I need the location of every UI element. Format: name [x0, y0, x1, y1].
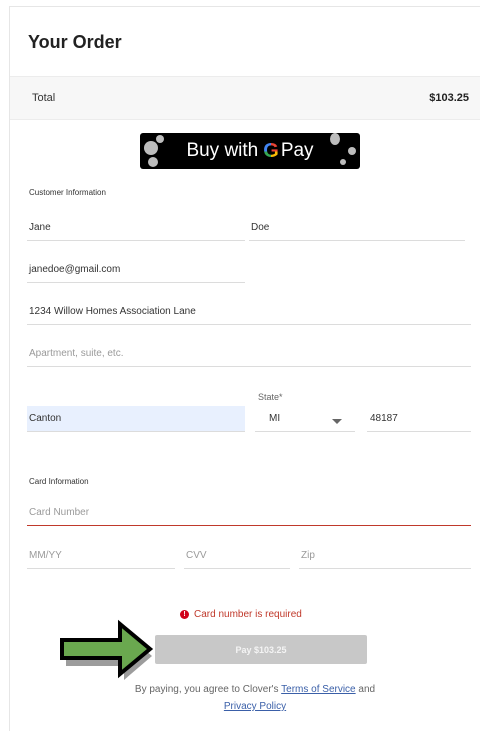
error-icon: !	[180, 610, 189, 619]
gpay-label: Buy with	[186, 140, 259, 161]
google-g-icon: G	[263, 139, 279, 162]
card-zip-field[interactable]: Zip	[299, 543, 471, 569]
google-pay-button[interactable]: Buy with G Pay	[140, 133, 360, 169]
privacy-policy-link[interactable]: Privacy Policy	[224, 701, 286, 712]
last-name-field[interactable]: Doe	[249, 215, 465, 241]
decorative-blob	[330, 133, 340, 145]
legal-middle: and	[355, 684, 376, 695]
last-name-value: Doe	[251, 222, 270, 233]
legal-prefix: By paying, you agree to Clover's	[134, 684, 282, 695]
decorative-blob	[340, 159, 346, 165]
cvv-field[interactable]: CVV	[184, 543, 290, 569]
email-value: janedoe@gmail.com	[29, 264, 121, 275]
card-error-text: Card number is required	[194, 609, 302, 620]
customer-info-label: Customer Information	[29, 188, 106, 197]
decorative-blob	[156, 135, 164, 143]
decorative-blob	[348, 147, 356, 155]
address-field[interactable]: 1234 Willow Homes Association Lane	[27, 299, 471, 325]
city-field[interactable]: Canton	[27, 406, 245, 432]
gpay-pay-text: Pay	[280, 140, 314, 161]
card-zip-placeholder: Zip	[301, 550, 315, 561]
city-value: Canton	[29, 413, 62, 424]
card-info-label: Card Information	[29, 477, 89, 486]
email-field[interactable]: janedoe@gmail.com	[27, 257, 245, 283]
total-amount: $103.25	[429, 92, 469, 104]
zip-field[interactable]: 48187	[367, 406, 471, 432]
expiry-placeholder: MM/YY	[29, 550, 62, 561]
legal-text: By paying, you agree to Clover's Terms o…	[130, 681, 380, 715]
order-title: Your Order	[28, 32, 122, 52]
state-value: MI	[269, 413, 281, 424]
card-number-field[interactable]: Card Number	[27, 500, 471, 526]
apartment-placeholder: Apartment, suite, etc.	[29, 348, 124, 359]
expiry-field[interactable]: MM/YY	[27, 543, 175, 569]
decorative-blob	[144, 141, 158, 155]
decorative-blob	[148, 157, 158, 167]
total-label: Total	[32, 92, 56, 104]
total-bar: Total $103.25	[10, 76, 480, 120]
first-name-value: Jane	[29, 222, 51, 233]
cvv-placeholder: CVV	[186, 550, 207, 561]
apartment-field[interactable]: Apartment, suite, etc.	[27, 341, 471, 367]
card-number-placeholder: Card Number	[29, 507, 90, 518]
chevron-down-icon[interactable]	[332, 419, 342, 424]
address-value: 1234 Willow Homes Association Lane	[29, 306, 196, 317]
arrow-right-icon	[60, 619, 154, 680]
first-name-field[interactable]: Jane	[27, 215, 245, 241]
card-error-message: ! Card number is required	[180, 609, 302, 620]
terms-of-service-link[interactable]: Terms of Service	[281, 684, 355, 695]
zip-value: 48187	[370, 413, 398, 424]
pay-button[interactable]: Pay $103.25	[155, 635, 367, 664]
order-card: Your Order Total $103.25 Buy with G Pay …	[9, 6, 480, 731]
state-label: State*	[258, 392, 283, 402]
